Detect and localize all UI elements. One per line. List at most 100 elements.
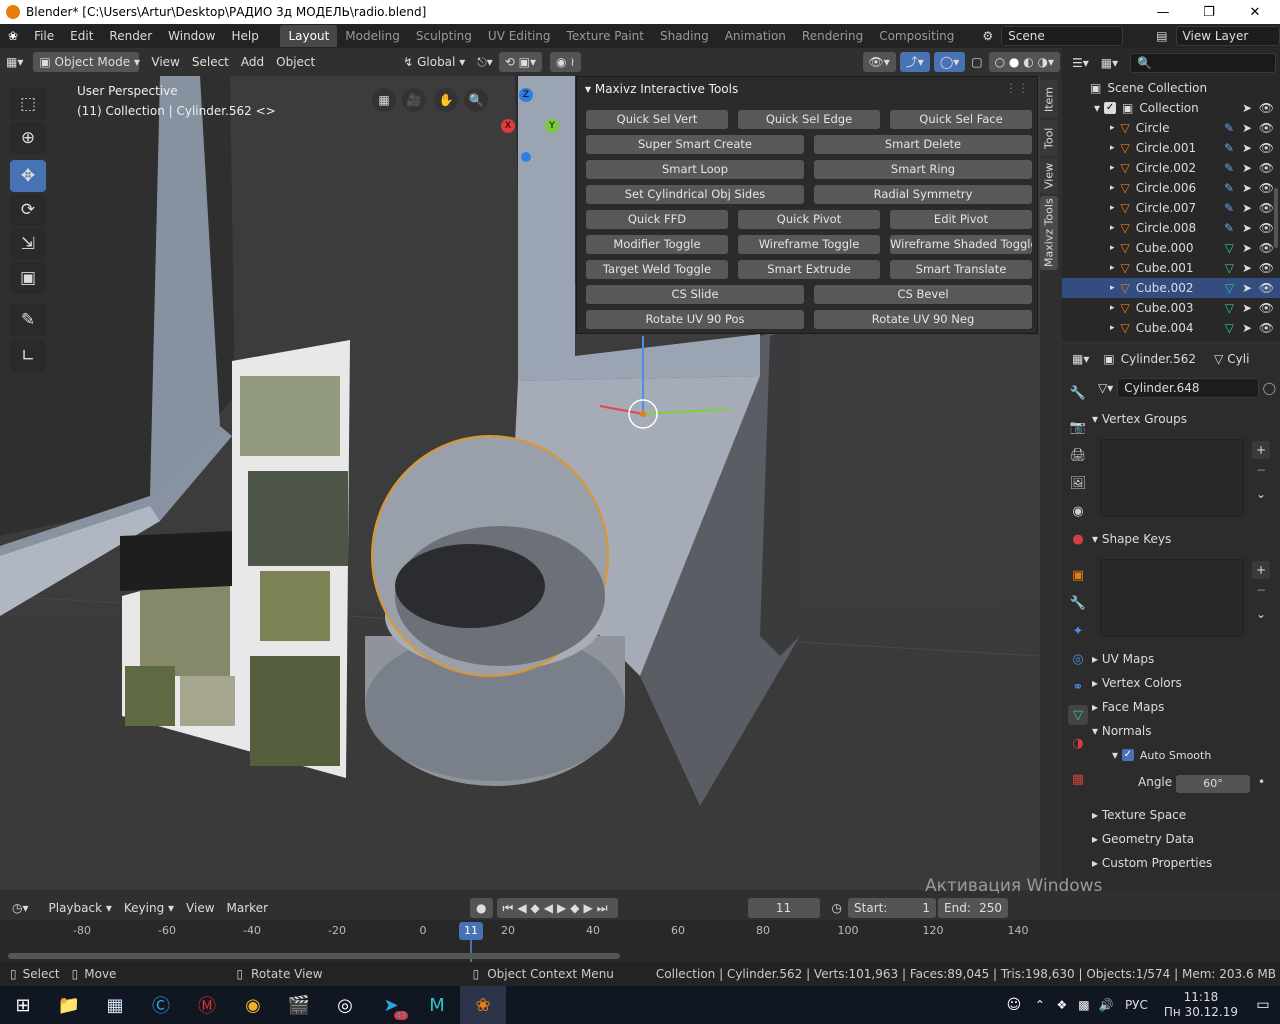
use-preview-range-icon[interactable]: ◷ xyxy=(826,898,848,918)
eye-icon[interactable]: 👁 xyxy=(1259,141,1274,155)
eye-icon[interactable]: 👁 xyxy=(1259,301,1274,315)
eye-icon[interactable]: 👁 xyxy=(1259,101,1274,115)
tab-uv-editing[interactable]: UV Editing xyxy=(480,25,559,47)
modifier-wrench-icon[interactable]: ✎ xyxy=(1224,121,1234,135)
auto-smooth-checkbox[interactable]: ✓ xyxy=(1121,749,1134,761)
select-arrow-icon[interactable]: ➤ xyxy=(1242,201,1252,215)
shading-modes-icon[interactable]: ○ ● ◐ ◑▾ xyxy=(988,52,1060,72)
sidebar-tab-tool[interactable]: Tool xyxy=(1040,120,1058,156)
view-layer-field[interactable]: View Layer xyxy=(1175,26,1280,46)
sidebar-tab-view[interactable]: View xyxy=(1040,158,1058,194)
fake-user-shield-icon[interactable]: ◯ xyxy=(1263,381,1276,395)
expand-icon[interactable]: ▸ xyxy=(1110,163,1115,173)
gizmo-x-axis[interactable]: X xyxy=(501,119,515,133)
maxivz-quick-sel-edge-button[interactable]: Quick Sel Edge xyxy=(738,110,880,129)
blender-menu-icon[interactable]: ❀ xyxy=(0,24,26,48)
section-custom-properties[interactable]: ▸ Custom Properties xyxy=(1092,852,1280,874)
expand-icon[interactable]: ▸ xyxy=(1110,203,1115,213)
gizmo-y-axis[interactable]: Y xyxy=(545,119,559,133)
outliner-object-row[interactable]: ▸ ▽ Circle.007 ✎ ➤ 👁 xyxy=(1062,198,1280,218)
eye-icon[interactable]: 👁 xyxy=(1259,321,1274,335)
maximize-button[interactable]: ❐ xyxy=(1186,0,1232,24)
maxivz-wireframe-toggle-button[interactable]: Wireframe Toggle xyxy=(738,235,880,254)
select-arrow-icon[interactable]: ➤ xyxy=(1242,101,1252,115)
maxivz-wireframe-shaded-toggle-button[interactable]: Wireframe Shaded Toggle xyxy=(890,235,1032,254)
maxivz-cs-bevel-button[interactable]: CS Bevel xyxy=(814,285,1032,304)
expand-icon[interactable]: ▸ xyxy=(1110,183,1115,193)
section-vertex-colors[interactable]: ▸ Vertex Colors xyxy=(1092,672,1280,694)
tool-props-icon[interactable]: 🔧 xyxy=(1068,383,1088,403)
proportional-edit-icon[interactable]: ◉ ≀ xyxy=(549,52,581,72)
xray-toggle-icon[interactable]: ▢ xyxy=(965,52,988,72)
sidebar-tab-maxivz-tools[interactable]: Maxivz Tools xyxy=(1040,196,1058,270)
select-box-tool-icon[interactable]: ⬚ xyxy=(10,88,46,120)
menu-file[interactable]: File xyxy=(26,24,62,48)
select-arrow-icon[interactable]: ➤ xyxy=(1242,161,1252,175)
maxivz-quick-sel-face-button[interactable]: Quick Sel Face xyxy=(890,110,1032,129)
tab-rendering[interactable]: Rendering xyxy=(794,25,871,47)
jump-start-icon[interactable]: ⏮ xyxy=(503,901,518,915)
select-arrow-icon[interactable]: ➤ xyxy=(1242,181,1252,195)
eye-icon[interactable]: 👁 xyxy=(1259,281,1274,295)
rotate-tool-icon[interactable]: ⟳ xyxy=(10,194,46,226)
skype-icon[interactable]: Ⓒ xyxy=(138,986,184,1024)
annotate-tool-icon[interactable]: ✎ xyxy=(10,304,46,336)
mesh-data-props-icon[interactable]: ▽ xyxy=(1068,705,1088,725)
select-arrow-icon[interactable]: ➤ xyxy=(1242,281,1252,295)
object-props-icon[interactable]: ▣ xyxy=(1068,565,1088,585)
menu-select[interactable]: Select xyxy=(186,52,235,72)
maxivz-radial-symmetry-button[interactable]: Radial Symmetry xyxy=(814,185,1032,204)
section-vertex-groups[interactable]: ▾ Vertex Groups xyxy=(1092,408,1280,430)
select-arrow-icon[interactable]: ➤ xyxy=(1242,261,1252,275)
calculator-icon[interactable]: ▦ xyxy=(92,986,138,1024)
menu-render[interactable]: Render xyxy=(101,24,160,48)
close-button[interactable]: ✕ xyxy=(1232,0,1278,24)
mesh-data-icon[interactable]: ▽ xyxy=(1225,321,1234,335)
add-shape-key-button[interactable]: + xyxy=(1252,561,1270,579)
remove-vertex-group-button[interactable]: − xyxy=(1252,461,1270,479)
timeline-editor-type-icon[interactable]: ◷▾ xyxy=(6,898,35,918)
cursor-tool-icon[interactable]: ⊕ xyxy=(10,122,46,154)
maxivz-quick-ffd-button[interactable]: Quick FFD xyxy=(586,210,728,229)
mesh-data-icon[interactable]: ▽ xyxy=(1225,241,1234,255)
tab-shading[interactable]: Shading xyxy=(652,25,717,47)
notifications-icon[interactable]: ▭ xyxy=(1246,986,1280,1024)
menu-object[interactable]: Object xyxy=(270,52,321,72)
measure-tool-icon[interactable]: ∟ xyxy=(10,340,46,372)
blender-taskbar-icon[interactable]: ❀ xyxy=(460,986,506,1024)
outliner-object-row[interactable]: ▸ ▽ Cube.004 ▽ ➤ 👁 xyxy=(1062,318,1280,338)
timeline-scrollbar[interactable] xyxy=(8,953,620,959)
maxivz-target-weld-toggle-button[interactable]: Target Weld Toggle xyxy=(586,260,728,279)
gizmo-z-axis[interactable]: Z xyxy=(519,88,533,102)
modifier-props-icon[interactable]: 🔧 xyxy=(1068,593,1088,613)
eye-icon[interactable]: 👁 xyxy=(1259,161,1274,175)
maxivz-smart-extrude-button[interactable]: Smart Extrude xyxy=(738,260,880,279)
outliner-object-row[interactable]: ▸ ▽ Cube.002 ▽ ➤ 👁 xyxy=(1062,278,1280,298)
maxivz-edit-pivot-button[interactable]: Edit Pivot xyxy=(890,210,1032,229)
world-props-icon[interactable]: ● xyxy=(1068,529,1088,549)
move-tool-icon[interactable]: ✥ xyxy=(10,160,46,192)
outliner-display-mode-icon[interactable]: ▦▾ xyxy=(1095,53,1124,73)
gizmo-toggle-icon[interactable]: ⤴▾ xyxy=(899,52,930,72)
people-icon[interactable]: ☺ xyxy=(999,986,1029,1024)
outliner-editor-type-icon[interactable]: ☰▾ xyxy=(1066,53,1095,73)
expand-icon[interactable]: ▸ xyxy=(1110,283,1115,293)
outliner-scene-collection[interactable]: ▣ Scene Collection xyxy=(1062,78,1280,98)
eye-icon[interactable]: 👁 xyxy=(1259,241,1274,255)
snap-icon[interactable]: ⟲ ▣▾ xyxy=(498,52,542,72)
zoom-view-icon[interactable]: 🔍 xyxy=(464,88,488,112)
timeline-menu-view[interactable]: View xyxy=(180,898,220,918)
record-button[interactable]: ● xyxy=(470,898,493,918)
telegram-icon[interactable]: ➤ 49 xyxy=(368,986,414,1024)
physics-props-icon[interactable]: ◎ xyxy=(1068,649,1088,669)
pan-view-icon[interactable]: ✋ xyxy=(434,88,458,112)
particles-props-icon[interactable]: ✦ xyxy=(1068,621,1088,641)
expand-icon[interactable]: ▸ xyxy=(1110,243,1115,253)
eye-icon[interactable]: 👁 xyxy=(1259,261,1274,275)
overlay-toggle-icon[interactable]: ◯▾ xyxy=(933,52,966,72)
auto-smooth-row[interactable]: ▾ ✓ Auto Smooth xyxy=(1112,744,1280,766)
maxivz-set-cylindrical-obj-sides-button[interactable]: Set Cylindrical Obj Sides xyxy=(586,185,804,204)
tab-compositing[interactable]: Compositing xyxy=(871,25,962,47)
playback-controls[interactable]: ⏮◀◆◀▶◆▶⏭ xyxy=(496,898,618,918)
mesh-name-field[interactable]: Cylinder.648 xyxy=(1117,378,1259,398)
